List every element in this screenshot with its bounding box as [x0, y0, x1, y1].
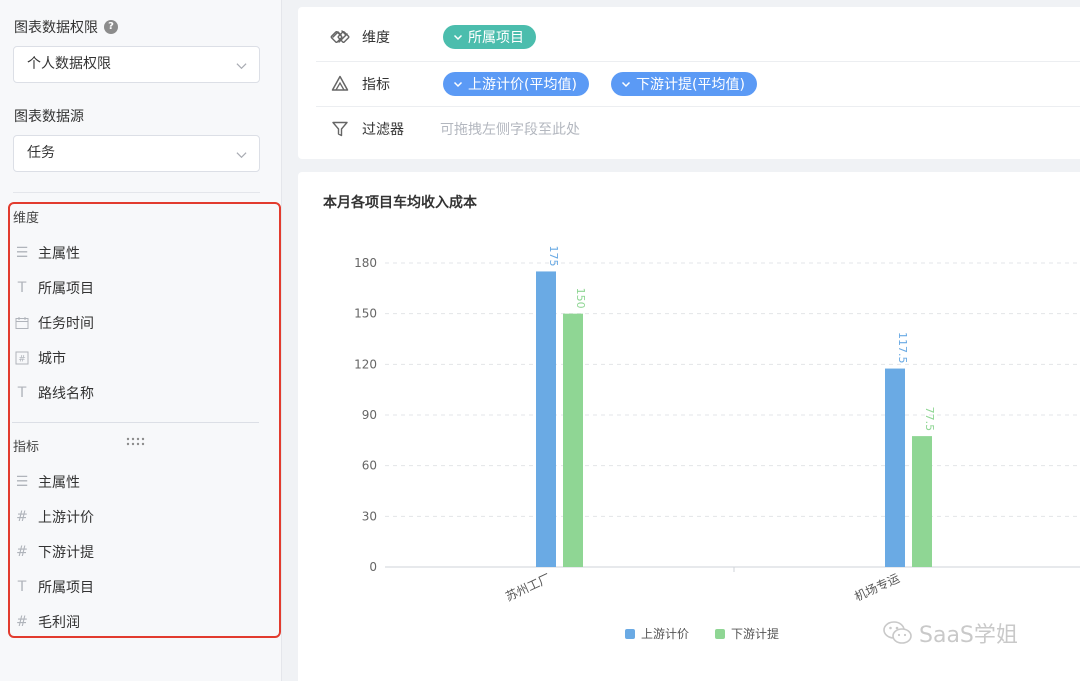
hash-icon: #: [16, 544, 28, 560]
filter-row: 过滤器 可拖拽左侧字段至此处: [298, 107, 1080, 151]
list-icon: ☰: [15, 474, 29, 490]
legend-item-upstream[interactable]: 上游计价: [625, 625, 689, 642]
source-select-value: 任务: [27, 145, 55, 161]
legend-label: 上游计价: [641, 627, 690, 641]
bar-chart: 0 30 60 90 120 150 180 175 117.5 150 77.5 苏州工厂 机场专运: [354, 245, 1080, 604]
group-divider: [12, 422, 259, 423]
permission-label: 图表数据权限: [14, 20, 98, 36]
text-icon: T: [17, 579, 27, 595]
dimension-field[interactable]: ☰ 主属性: [14, 242, 80, 264]
metric-row: 指标 上游计价(平均值) 下游计提(平均值): [298, 62, 1080, 106]
metric-pill-label: 下游计提(平均值): [636, 77, 745, 93]
chevron-down-icon: [236, 63, 247, 70]
permission-section: 图表数据权限 ?: [14, 17, 118, 37]
y-tick-label: 120: [354, 357, 377, 371]
metric-pill-downstream[interactable]: 下游计提(平均值): [611, 72, 757, 96]
chevron-down-icon: [621, 81, 631, 88]
text-icon: T: [17, 280, 27, 296]
field-list-highlight: [8, 202, 281, 638]
y-tick-label: 30: [362, 509, 377, 523]
help-icon[interactable]: ?: [104, 20, 118, 34]
dimension-row-label: 维度: [362, 30, 390, 46]
bar: [912, 436, 932, 567]
number-icon: #: [14, 350, 30, 366]
bar: [563, 313, 583, 567]
chevron-down-icon: [453, 81, 463, 88]
dimension-row: 维度 所属项目: [298, 15, 1080, 59]
metric-field[interactable]: ☰ 主属性: [14, 471, 80, 493]
calendar-icon: [14, 315, 30, 331]
watermark: SaaS学姐: [883, 617, 1018, 649]
metric-pill-upstream[interactable]: 上游计价(平均值): [443, 72, 589, 96]
y-tick-label: 60: [362, 459, 377, 473]
field-label: 所属项目: [38, 281, 94, 297]
legend-swatch: [715, 628, 725, 639]
dimension-pill[interactable]: 所属项目: [443, 25, 536, 49]
permission-select[interactable]: 个人数据权限: [13, 46, 260, 83]
field-label: 下游计提: [38, 545, 94, 561]
metric-row-label: 指标: [362, 77, 390, 93]
watermark-text: SaaS学姐: [919, 623, 1018, 648]
field-label: 所属项目: [38, 580, 94, 596]
data-label: 150: [574, 288, 587, 309]
y-tick-label: 180: [354, 256, 377, 270]
wechat-icon: [883, 621, 912, 644]
list-icon: ☰: [15, 245, 29, 261]
metric-field[interactable]: # 上游计价: [14, 506, 94, 528]
chevron-down-icon: [453, 34, 463, 41]
chevron-down-icon: [236, 152, 247, 159]
dimension-icon: [330, 30, 350, 43]
metric-field[interactable]: T 所属项目: [14, 576, 94, 598]
hash-icon: #: [16, 614, 28, 630]
field-label: 上游计价: [38, 510, 94, 526]
metric-group-title: 指标: [13, 440, 40, 455]
filter-icon: [332, 121, 348, 137]
data-label: 175: [547, 245, 560, 266]
legend-item-downstream[interactable]: 下游计提: [715, 625, 779, 642]
x-tick-label: 机场专运: [852, 570, 902, 604]
metric-field[interactable]: # 下游计提: [14, 541, 94, 563]
filter-dropzone[interactable]: 可拖拽左侧字段至此处: [440, 119, 580, 139]
divider: [13, 192, 260, 193]
field-label: 毛利润: [38, 615, 80, 631]
dimension-field[interactable]: T 所属项目: [14, 277, 94, 299]
data-label: 77.5: [923, 407, 936, 432]
field-label: 城市: [38, 351, 66, 367]
source-select[interactable]: 任务: [13, 135, 260, 172]
hash-icon: #: [16, 509, 28, 525]
legend-swatch: [625, 628, 635, 639]
field-label: 路线名称: [38, 386, 94, 402]
chart-config-panel: 维度 所属项目 指标 上游计价(平均值) 下游计提(平均值) 过滤器 可拖拽左侧…: [298, 7, 1080, 159]
source-label: 图表数据源: [14, 109, 84, 125]
filter-row-label: 过滤器: [362, 122, 404, 138]
left-panel: 图表数据权限 ? 个人数据权限 图表数据源 任务 维度 ☰ 主属性 T 所属项目…: [0, 0, 282, 681]
field-label: 主属性: [38, 475, 80, 491]
legend-label: 下游计提: [731, 627, 780, 641]
bar: [885, 368, 905, 567]
y-tick-label: 90: [362, 408, 377, 422]
y-tick-label: 150: [354, 307, 377, 321]
text-icon: T: [17, 385, 27, 401]
dimension-pill-label: 所属项目: [468, 30, 524, 46]
permission-select-value: 个人数据权限: [27, 56, 111, 72]
data-label: 117.5: [896, 332, 909, 364]
bar: [536, 271, 556, 567]
drag-handle-icon[interactable]: [126, 437, 148, 447]
field-label: 主属性: [38, 246, 80, 262]
dimension-field[interactable]: T 路线名称: [14, 382, 94, 404]
x-tick-label: 苏州工厂: [503, 571, 552, 604]
metric-field[interactable]: # 毛利润: [14, 611, 80, 633]
source-section: 图表数据源: [14, 106, 84, 126]
y-tick-label: 0: [369, 560, 377, 574]
dimension-group-title: 维度: [13, 211, 40, 226]
dimension-field[interactable]: # 城市: [14, 347, 66, 369]
chart-panel: 本月各项目车均收入成本 0 30 60 90 120 150 180 175 117.5 150 7…: [298, 172, 1080, 681]
svg-text:#: #: [18, 355, 26, 365]
dimension-field[interactable]: 任务时间: [14, 312, 94, 334]
metric-pill-label: 上游计价(平均值): [468, 77, 577, 93]
metric-icon: [331, 75, 349, 91]
field-label: 任务时间: [38, 316, 94, 332]
